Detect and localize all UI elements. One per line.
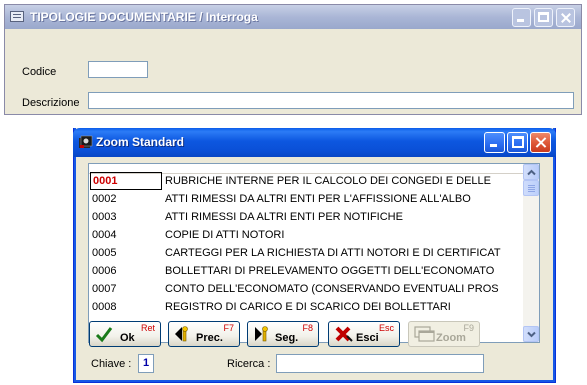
list-row[interactable]: 0008 REGISTRO DI CARICO E DI SCARICO DEI … [89,298,523,316]
row-code: 0001 [90,172,162,190]
list-row[interactable]: 0003 ATTI RIMESSI DA ALTRI ENTI PER NOTIF… [89,208,523,226]
zoom-button[interactable]: F9 Zoom [408,321,480,347]
row-code: 0003 [92,211,117,223]
main-window-title: TIPOLOGIE DOCUMENTARIE / Interroga [30,10,258,24]
prec-button[interactable]: F7 Prec. [168,321,240,347]
chiave-label: Chiave : [91,358,132,370]
checkmark-icon [95,327,113,343]
seg-label: Seg. [275,332,299,344]
row-description: ATTI RIMESSI DA ALTRI ENTI PER NOTIFICHE [165,211,403,223]
scroll-up-button[interactable] [523,164,539,180]
main-window: TIPOLOGIE DOCUMENTARIE / Interroga Codic… [4,4,582,115]
row-description: ATTI RIMESSI DA ALTRI ENTI PER L'AFFISSI… [165,193,471,205]
zoom-window: Zoom Standard 0001 RUBRICHE INTERNE PER I… [73,128,556,383]
row-code: 0002 [92,193,117,205]
chevron-up-icon [527,169,536,176]
row-code: 0007 [92,283,117,295]
row-code: 0005 [92,247,117,259]
zoom-app-icon [79,135,93,148]
scroll-down-button[interactable] [523,326,539,342]
esci-button[interactable]: Esc Esci [328,321,400,347]
row-code: 0006 [92,265,117,277]
codice-input[interactable] [88,61,148,78]
row-description: COPIE DI ATTI NOTORI [165,229,285,241]
results-list[interactable]: 0001 RUBRICHE INTERNE PER IL CALCOLO DEI … [88,163,540,343]
minimize-button[interactable] [512,8,531,27]
row-description: REGISTRO DI CARICO E DI SCARICO DEI BOLL… [165,301,451,313]
list-row[interactable]: 0002 ATTI RIMESSI DA ALTRI ENTI PER L'AFF… [89,190,523,208]
ricerca-input[interactable] [276,354,484,373]
form-icon [10,11,24,22]
zoom-label: Zoom [436,332,466,344]
list-row[interactable]: 0005 CARTEGGI PER LA RICHIESTA DI ATTI NO… [89,244,523,262]
zoom-window-title: Zoom Standard [96,135,185,149]
maximize-button[interactable] [507,132,528,153]
close-button[interactable] [530,132,551,153]
row-code: 0004 [92,229,117,241]
vertical-scrollbar[interactable] [523,164,539,342]
row-description: BOLLETTARI DI PRELEVAMENTO OGGETTI DELL'… [165,265,495,277]
minimize-button[interactable] [484,132,505,153]
ok-button[interactable]: Ret Ok [89,321,161,347]
exit-x-icon [335,326,353,342]
prec-label: Prec. [196,332,223,344]
descrizione-label: Descrizione [22,97,80,109]
zoom-window-icon [414,326,435,342]
seg-shortcut: F8 [302,323,313,333]
row-description: CARTEGGI PER LA RICHIESTA DI ATTI NOTORI… [165,247,501,259]
prec-shortcut: F7 [223,323,234,333]
ok-label: Ok [120,332,135,344]
list-row[interactable]: 0006 BOLLETTARI DI PRELEVAMENTO OGGETTI D… [89,262,523,280]
row-description: CONTO DELL'ECONOMATO (CONSERVANDO EVENTU… [165,283,499,295]
descrizione-input[interactable] [88,92,574,109]
scroll-thumb[interactable] [523,180,539,196]
list-row[interactable]: 0001 RUBRICHE INTERNE PER IL CALCOLO DEI … [89,172,523,190]
chiave-value[interactable]: 1 [138,354,154,373]
main-titlebar[interactable]: TIPOLOGIE DOCUMENTARIE / Interroga [5,5,581,29]
esci-shortcut: Esc [378,323,394,333]
zoom-titlebar[interactable]: Zoom Standard [73,128,556,157]
list-row[interactable]: 0004 COPIE DI ATTI NOTORI [89,226,523,244]
list-row[interactable]: 0007 CONTO DELL'ECONOMATO (CONSERVANDO EV… [89,280,523,298]
previous-arrow-icon [175,326,188,342]
seg-button[interactable]: F8 Seg. [247,321,319,347]
close-button[interactable] [556,8,575,27]
row-description: RUBRICHE INTERNE PER IL CALCOLO DEI CONG… [165,175,491,187]
ok-shortcut: Ret [140,323,155,333]
maximize-button[interactable] [534,8,553,27]
esci-label: Esci [356,332,379,344]
chevron-down-icon [527,331,536,338]
next-arrow-icon [255,326,268,342]
codice-label: Codice [22,66,57,78]
row-code: 0008 [92,301,117,313]
ricerca-label: Ricerca : [227,358,271,370]
